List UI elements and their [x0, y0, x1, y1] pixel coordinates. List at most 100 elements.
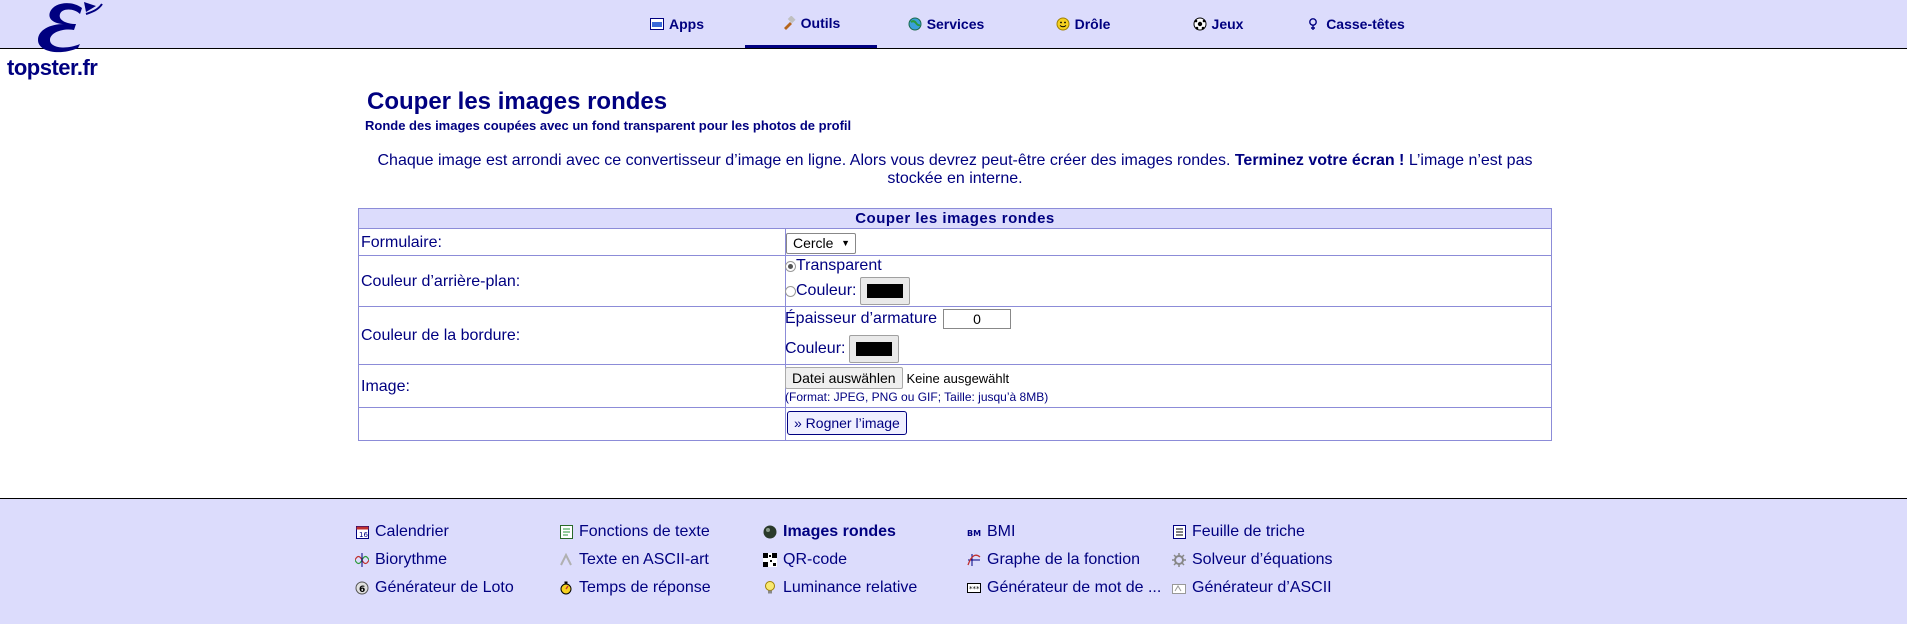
- file-status: Keine ausgewählt: [906, 370, 1010, 386]
- lightbulb-icon: [763, 581, 777, 595]
- shape-label: Formulaire:: [359, 229, 786, 256]
- footer-link-solveur[interactable]: Solveur d’équations: [1172, 551, 1333, 569]
- svg-text:***: ***: [969, 585, 980, 593]
- shape-select[interactable]: Cercle ▼: [786, 233, 856, 254]
- footer-link-label: Texte en ASCII-art: [579, 551, 709, 568]
- crop-form: Couper les images rondes Formulaire: Cer…: [358, 208, 1552, 441]
- footer-link-label: Générateur de Loto: [375, 579, 514, 596]
- footer-link-temps-reponse[interactable]: Temps de réponse: [559, 579, 711, 597]
- bmi-icon: BMI: [967, 525, 981, 539]
- nav-label: Casse-têtes: [1326, 16, 1405, 32]
- cheat-sheet-icon: [1172, 525, 1186, 539]
- footer-link-images-rondes[interactable]: Images rondes: [763, 523, 896, 541]
- bg-transparent-option[interactable]: Transparent: [785, 257, 882, 275]
- equation-solver-icon: [1172, 553, 1186, 567]
- background-label: Couleur d’arrière-plan:: [359, 256, 786, 307]
- footer-link-label: Fonctions de texte: [579, 523, 710, 540]
- footer-link-calendrier[interactable]: 16 Calendrier: [355, 523, 449, 541]
- function-graph-icon: [967, 553, 981, 567]
- shape-cell: Cercle ▼: [784, 229, 1551, 256]
- text-functions-icon: [559, 525, 573, 539]
- puzzle-icon: [1307, 17, 1321, 31]
- footer-link-label: Luminance relative: [783, 579, 918, 596]
- choose-file-button[interactable]: Datei auswählen: [785, 367, 903, 389]
- footer-link-label: Générateur de mot de ...: [987, 579, 1162, 596]
- background-row: Couleur d’arrière-plan: Transparent Coul…: [359, 255, 1551, 307]
- footer-link-label: QR-code: [783, 551, 848, 568]
- footer-link-bmi[interactable]: BMI BMI: [967, 523, 1015, 541]
- password-icon: ***: [967, 581, 981, 595]
- footer-link-label: Temps de réponse: [579, 579, 711, 596]
- border-cell: Épaisseur d’armature 0 Couleur:: [784, 307, 1551, 365]
- ascii-art-icon: [559, 553, 573, 567]
- footer-link-mot-de-passe[interactable]: *** Générateur de mot de ...: [967, 579, 1161, 597]
- footer-link-label: Calendrier: [375, 523, 449, 540]
- shape-select-value: Cercle: [793, 235, 834, 251]
- footer-link-fonctions-texte[interactable]: Fonctions de texte: [559, 523, 710, 541]
- nav-label: Outils: [800, 14, 841, 31]
- color-swatch: [856, 342, 893, 356]
- soccer-ball-icon: [1193, 17, 1207, 31]
- footer-link-label: Feuille de triche: [1192, 523, 1305, 540]
- bg-color-radio[interactable]: [785, 285, 796, 297]
- logo-text: topster.fr: [7, 55, 98, 80]
- submit-cell: » Rogner l’image: [784, 408, 1551, 441]
- border-label: Couleur de la bordure:: [359, 307, 786, 365]
- border-color-picker[interactable]: [849, 335, 900, 363]
- nav-item-outils[interactable]: Outils: [745, 0, 877, 48]
- stopwatch-icon: [559, 581, 573, 595]
- bg-color-picker[interactable]: [860, 277, 911, 305]
- nav-item-drole[interactable]: Drôle: [1050, 0, 1116, 48]
- topster-logo-icon: [38, 2, 103, 53]
- footer-link-label: BMI: [987, 523, 1016, 540]
- intro-text: Chaque image est arrondi avec ce convert…: [365, 152, 1545, 188]
- top-navigation-bar: Apps Outils Services Drôle Jeux Casse-tê…: [0, 0, 1907, 49]
- footer-link-feuille-triche[interactable]: Feuille de triche: [1172, 523, 1305, 541]
- smiley-icon: [1056, 17, 1070, 31]
- intro-bold: Terminez votre écran !: [1234, 152, 1405, 169]
- footer-link-generateur-ascii[interactable]: Générateur d’ASCII: [1172, 579, 1332, 597]
- bg-color-option[interactable]: Couleur:: [785, 276, 911, 306]
- footer-link-qr-code[interactable]: QR-code: [763, 551, 847, 569]
- nav-label: Apps: [669, 16, 704, 32]
- footer: 16 Calendrier Biorythme 6 Générateur de …: [0, 498, 1907, 624]
- footer-link-label: Biorythme: [375, 551, 448, 568]
- globe-icon: [908, 17, 922, 31]
- site-logo[interactable]: topster.fr: [4, 0, 116, 82]
- page-title: Couper les images rondes: [367, 88, 668, 115]
- footer-link-biorythme[interactable]: Biorythme: [355, 551, 447, 569]
- nav-item-apps[interactable]: Apps: [646, 0, 708, 48]
- nav-item-services[interactable]: Services: [903, 0, 989, 48]
- footer-link-label: Solveur d’équations: [1192, 551, 1333, 568]
- border-row: Couleur de la bordure: Épaisseur d’armat…: [359, 306, 1551, 365]
- nav-item-casse-tetes[interactable]: Casse-têtes: [1303, 0, 1409, 48]
- submit-row: » Rogner l’image: [359, 407, 1551, 441]
- footer-link-graphe-fonction[interactable]: Graphe de la fonction: [967, 551, 1140, 569]
- footer-link-label: Images rondes: [783, 523, 896, 540]
- bg-transparent-radio[interactable]: [785, 260, 796, 272]
- background-cell: Transparent Couleur:: [784, 256, 1551, 307]
- footer-link-loto[interactable]: 6 Générateur de Loto: [355, 579, 514, 597]
- footer-link-label: Générateur d’ASCII: [1192, 579, 1332, 596]
- bg-transparent-label: Transparent: [796, 257, 882, 274]
- dropdown-arrow-icon: ▼: [841, 238, 850, 248]
- svg-text:BMI: BMI: [967, 529, 981, 538]
- border-thickness-group: Épaisseur d’armature 0: [785, 309, 1012, 329]
- border-thickness-input[interactable]: 0: [943, 309, 1012, 329]
- border-color-label: Couleur:: [785, 340, 846, 357]
- biorhythm-icon: [355, 553, 369, 567]
- footer-link-ascii-art[interactable]: Texte en ASCII-art: [559, 551, 709, 569]
- file-hint: (Format: JPEG, PNG ou GIF; Taille: jusqu…: [785, 390, 1049, 404]
- nav-item-jeux[interactable]: Jeux: [1190, 0, 1246, 48]
- svg-text:6: 6: [359, 585, 365, 595]
- image-row: Image: Datei auswählen Keine ausgewählt …: [359, 364, 1551, 408]
- ascii-generator-icon: [1172, 581, 1186, 595]
- intro-part1: Chaque image est arrondi avec ce convert…: [377, 152, 1231, 169]
- footer-link-luminance[interactable]: Luminance relative: [763, 579, 917, 597]
- bg-color-label: Couleur:: [796, 282, 857, 299]
- border-color-group: Couleur:: [785, 334, 900, 364]
- image-label: Image:: [359, 365, 786, 408]
- calendar-icon: 16: [355, 525, 369, 539]
- tools-icon: [782, 15, 796, 30]
- crop-image-button[interactable]: » Rogner l’image: [787, 411, 907, 435]
